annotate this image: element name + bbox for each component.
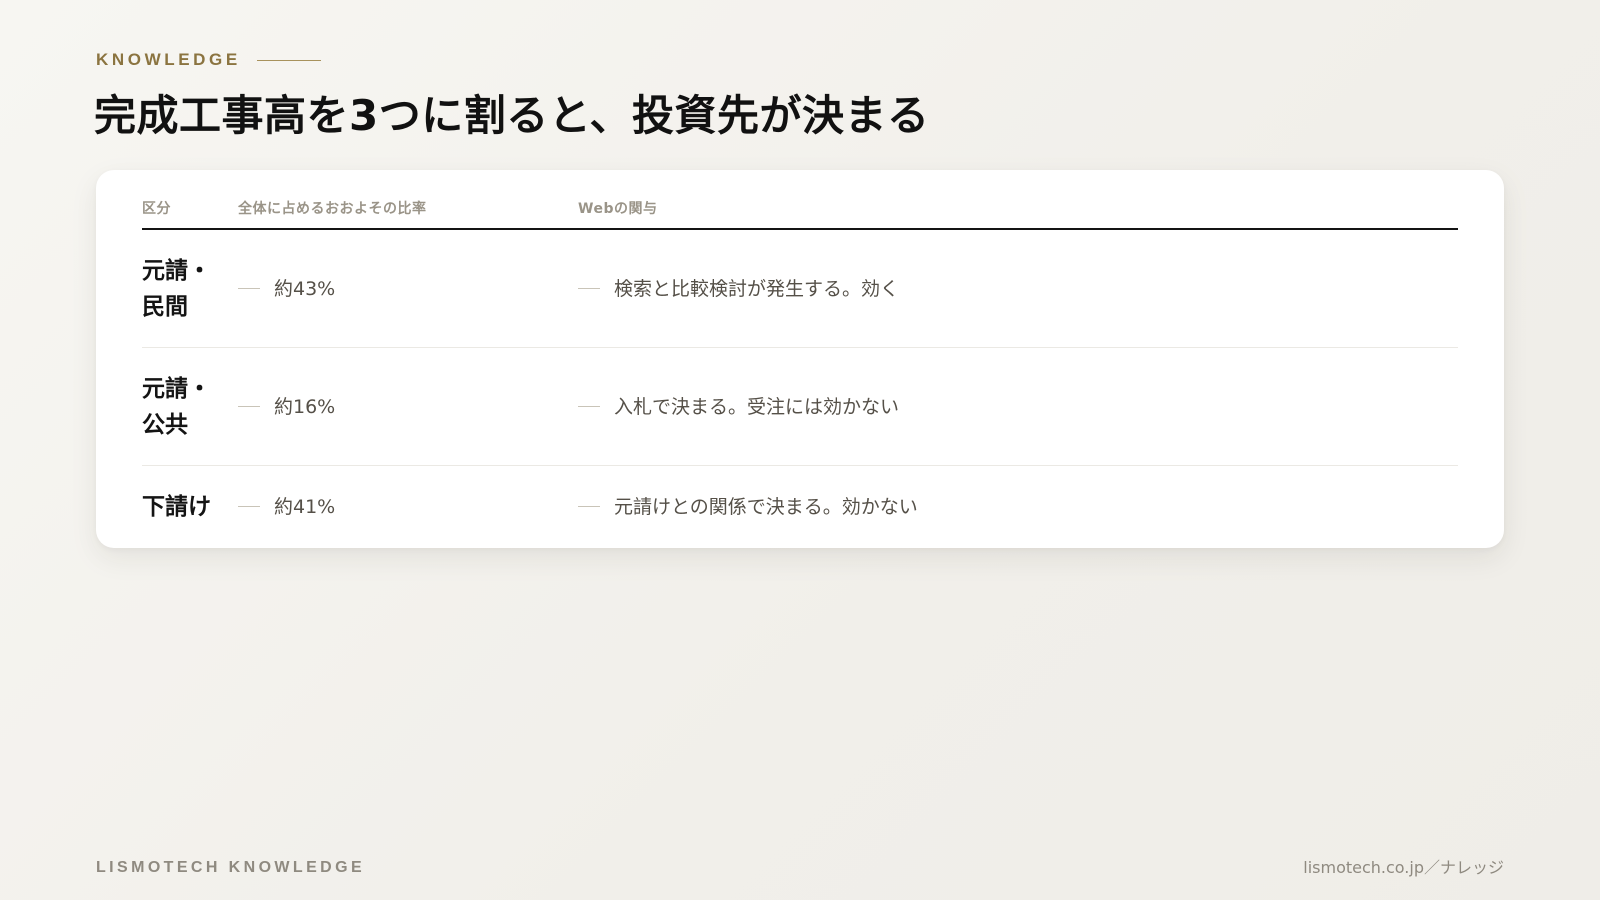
footer-brand: LISMOTECH KNOWLEDGE — [96, 859, 366, 876]
comparison-table: 区分 全体に占めるおおよその比率 Webの関与 元請・ 民間 約43% 検索と比… — [142, 188, 1458, 547]
row-ratio-cell: 約16% — [238, 393, 335, 421]
dash-marker — [578, 506, 600, 507]
section-eyebrow: KNOWLEDGE — [96, 48, 321, 72]
row-ratio-cell: 約43% — [238, 275, 335, 303]
row-web: 入札で決まる。受注には効かない — [614, 395, 900, 418]
table-row: 元請・ 公共 約16% 入札で決まる。受注には効かない — [142, 348, 1458, 466]
column-header-web: Webの関与 — [578, 201, 658, 217]
dash-marker — [578, 288, 600, 289]
row-ratio: 約41% — [274, 495, 336, 518]
row-category: 元請・ 公共 — [142, 375, 211, 438]
dash-marker — [578, 406, 600, 407]
dash-marker — [238, 288, 260, 289]
row-ratio: 約16% — [274, 395, 336, 418]
table-row: 下請け 約41% 元請けとの関係で決まる。効かない — [142, 466, 1458, 547]
row-web: 検索と比較検討が発生する。効く — [614, 277, 900, 300]
row-web-cell: 入札で決まる。受注には効かない — [578, 393, 899, 421]
dash-marker — [238, 406, 260, 407]
footer-link[interactable]: lismotech.co.jp／ナレッジ — [1303, 858, 1504, 878]
row-category: 元請・ 民間 — [142, 257, 211, 320]
dash-marker — [238, 506, 260, 507]
page-title: 完成工事高を3つに割ると、投資先が決まる — [94, 91, 930, 140]
row-category: 下請け — [142, 493, 211, 520]
row-web-cell: 検索と比較検討が発生する。効く — [578, 275, 899, 303]
table-header: 区分 全体に占めるおおよその比率 Webの関与 — [142, 188, 1458, 230]
table-row: 元請・ 民間 約43% 検索と比較検討が発生する。効く — [142, 230, 1458, 348]
column-header-ratio: 全体に占めるおおよその比率 — [238, 201, 427, 217]
row-web-cell: 元請けとの関係で決まる。効かない — [578, 493, 918, 521]
row-web: 元請けとの関係で決まる。効かない — [614, 495, 918, 518]
row-ratio: 約43% — [274, 277, 336, 300]
row-ratio-cell: 約41% — [238, 493, 335, 521]
eyebrow-label: KNOWLEDGE — [96, 50, 241, 69]
eyebrow-divider — [256, 59, 321, 61]
comparison-card: 区分 全体に占めるおおよその比率 Webの関与 元請・ 民間 約43% 検索と比… — [96, 170, 1504, 548]
column-header-category: 区分 — [142, 201, 171, 217]
